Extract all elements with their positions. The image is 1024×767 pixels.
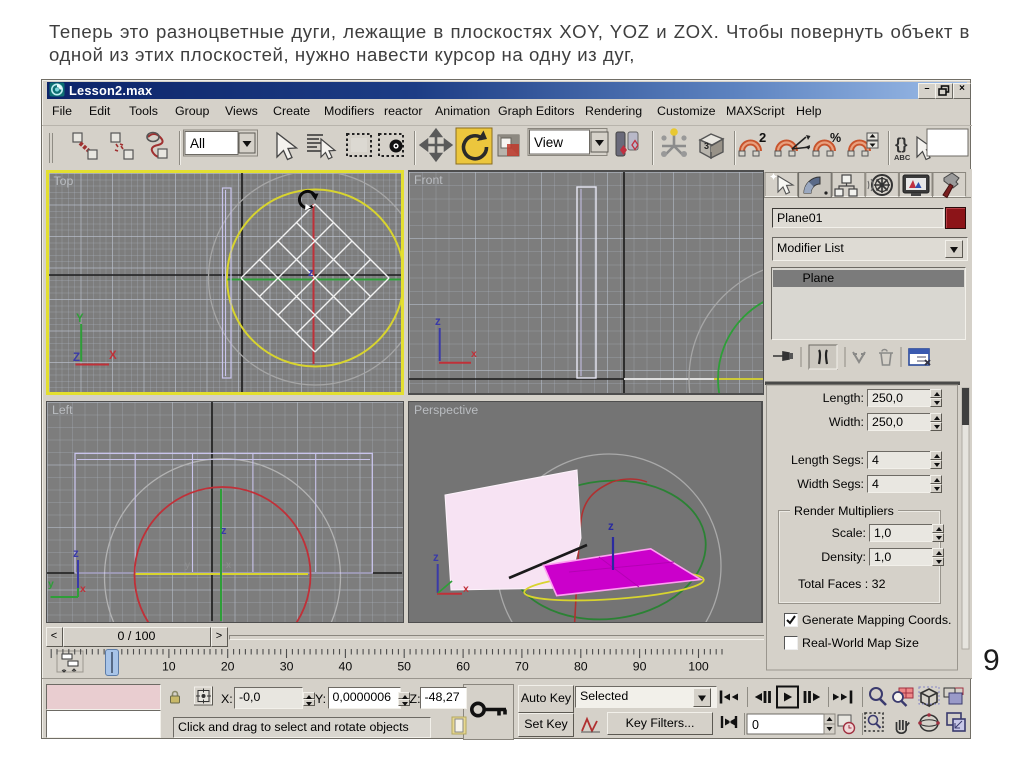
svg-text:Z: Z [73, 352, 80, 364]
svg-text:x: x [463, 583, 469, 595]
svg-text:3: 3 [704, 141, 709, 151]
svg-text:80: 80 [573, 660, 587, 674]
svg-text:20: 20 [220, 660, 234, 674]
svg-text:100: 100 [688, 660, 709, 674]
svg-text:z: z [433, 552, 439, 564]
svg-text:X: X [109, 350, 117, 362]
svg-text:z: z [308, 267, 314, 279]
svg-text:All: All [190, 136, 205, 151]
svg-text:70: 70 [515, 660, 529, 674]
svg-text:y: y [185, 560, 190, 571]
svg-text:0: 0 [752, 718, 759, 732]
svg-text:2: 2 [759, 130, 766, 145]
svg-text:z: z [435, 316, 441, 328]
svg-text:y: y [48, 578, 54, 590]
svg-text:x: x [226, 560, 231, 571]
svg-text:40: 40 [338, 660, 352, 674]
svg-text:x: x [80, 583, 86, 595]
svg-text:z: z [608, 521, 614, 533]
svg-text:Y: Y [76, 313, 84, 325]
svg-text:ABC: ABC [894, 153, 911, 162]
svg-text:z: z [73, 548, 79, 560]
svg-text:10: 10 [161, 660, 175, 674]
svg-text:%: % [830, 131, 841, 145]
svg-text:View: View [534, 135, 563, 150]
svg-text:30: 30 [279, 660, 293, 674]
svg-text:{}: {} [895, 136, 907, 153]
svg-text:x: x [471, 348, 477, 360]
svg-text:60: 60 [456, 660, 470, 674]
svg-text:90: 90 [632, 660, 646, 674]
svg-text:z: z [221, 525, 227, 537]
svg-text:50: 50 [397, 660, 411, 674]
